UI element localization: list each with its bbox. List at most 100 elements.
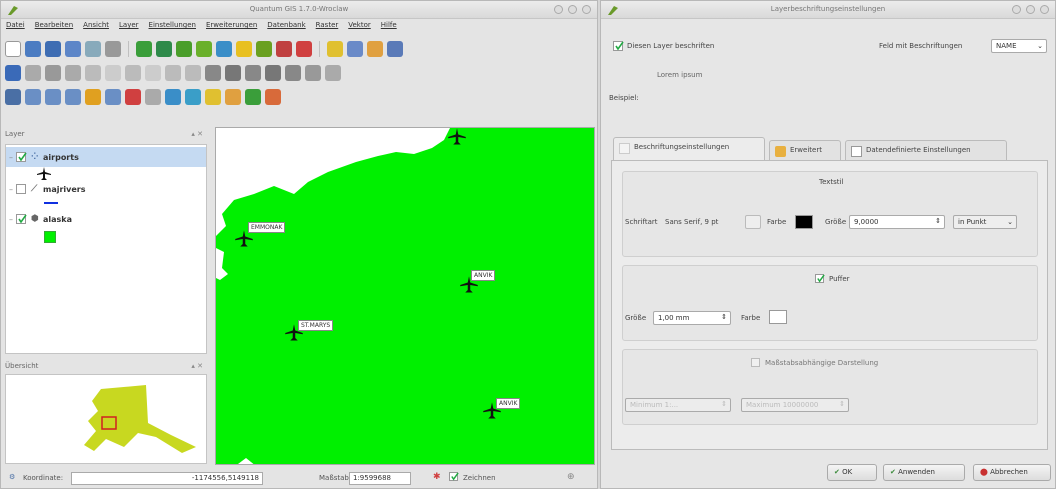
maximize-button[interactable] [568, 5, 577, 14]
coordinate-field[interactable]: -1174556,5149118 [71, 472, 263, 485]
coordinate-toggle-icon[interactable]: ⚙ [9, 473, 15, 481]
python-console-icon[interactable] [327, 41, 343, 57]
scale-field[interactable]: 1:9599688 [349, 472, 411, 485]
delete-ring-icon[interactable] [265, 65, 281, 81]
menu-layer[interactable]: Layer [119, 21, 139, 35]
zoom-out-icon[interactable] [45, 89, 61, 105]
buffer-checkbox[interactable] [815, 274, 825, 283]
panel-close-icon[interactable]: ▴ ✕ [191, 130, 203, 138]
simplify-feature-icon[interactable] [205, 65, 221, 81]
projection-icon[interactable]: ⊕ [567, 472, 575, 482]
cut-feature-icon[interactable] [105, 65, 121, 81]
stop-render-icon[interactable]: ✱ [433, 472, 441, 482]
add-wms-layer-icon[interactable] [216, 41, 232, 57]
add-part-icon[interactable] [245, 65, 261, 81]
map-tips-icon[interactable] [245, 89, 261, 105]
split-features-icon[interactable] [325, 65, 341, 81]
map-canvas[interactable]: EMMONAK ANVIK ST.MARYS ANVIK [215, 127, 595, 465]
measure-icon[interactable] [225, 89, 241, 105]
zoom-to-selection-icon[interactable] [105, 89, 121, 105]
add-postgis-layer-icon[interactable] [176, 41, 192, 57]
field-select[interactable]: NAME ⌄ [991, 39, 1047, 53]
print-icon[interactable] [105, 41, 121, 57]
identify-icon[interactable] [185, 89, 201, 105]
menu-raster[interactable]: Raster [316, 21, 339, 35]
layer-checkbox-airports[interactable] [16, 152, 27, 162]
minimize-button[interactable] [554, 5, 563, 14]
font-button[interactable] [745, 215, 761, 229]
add-raster-layer-icon[interactable] [156, 41, 172, 57]
size-spinbox[interactable]: 9,0000 ⇕ [849, 215, 945, 229]
move-feature-icon[interactable] [45, 65, 61, 81]
menu-einstellungen[interactable]: Einstellungen [149, 21, 196, 35]
add-spatialite-layer-icon[interactable] [196, 41, 212, 57]
menu-datei[interactable]: Datei [6, 21, 25, 35]
label-layer-checkbox[interactable] [613, 41, 624, 51]
new-project-icon[interactable] [5, 41, 21, 57]
layer-row-majrivers[interactable]: – ⟋ majrivers [6, 179, 206, 199]
min-scale-spinbox[interactable]: Minimum 1:... ⇕ [625, 398, 731, 412]
save-as-icon[interactable] [65, 41, 81, 57]
layer-row-alaska[interactable]: – ⬢ alaska [6, 209, 206, 229]
delete-part-icon[interactable] [285, 65, 301, 81]
tab-data-defined[interactable]: Datendefinierte Einstellungen [845, 140, 1007, 160]
layer-checkbox-alaska[interactable] [16, 214, 27, 224]
tab-label-settings[interactable]: Beschriftungseinstellungen [613, 137, 765, 160]
menu-vektor[interactable]: Vektor [348, 21, 371, 35]
new-shapefile-icon[interactable] [256, 41, 272, 57]
reshape-icon[interactable] [305, 65, 321, 81]
menu-erweiterungen[interactable]: Erweiterungen [206, 21, 257, 35]
panel-close-icon[interactable]: ▴ ✕ [191, 362, 203, 370]
buffer-color-swatch[interactable] [769, 310, 787, 324]
add-ring-icon[interactable] [225, 65, 241, 81]
cancel-button[interactable]: ⬤ Abbrechen [973, 464, 1051, 481]
zoom-last-icon[interactable] [125, 89, 141, 105]
menu-hilfe[interactable]: Hilfe [381, 21, 397, 35]
add-layer-icon[interactable] [296, 41, 312, 57]
zoom-to-layer-icon[interactable] [85, 89, 101, 105]
select-features-icon[interactable] [205, 89, 221, 105]
overview-map[interactable] [5, 374, 207, 464]
plugin-manager-icon[interactable] [367, 41, 383, 57]
menu-ansicht[interactable]: Ansicht [83, 21, 109, 35]
text-color-swatch[interactable] [795, 215, 813, 229]
close-button[interactable] [582, 5, 591, 14]
save-edits-icon[interactable] [25, 65, 41, 81]
render-checkbox[interactable] [449, 472, 459, 481]
toggle-editing-icon[interactable] [5, 65, 21, 81]
buffer-size-spinbox[interactable]: 1,00 mm ⇕ [653, 311, 731, 325]
paste-feature-icon[interactable] [145, 65, 161, 81]
layer-checkbox-majrivers[interactable] [16, 184, 26, 194]
zoom-in-icon[interactable] [25, 89, 41, 105]
node-tool-icon[interactable] [65, 65, 81, 81]
open-project-icon[interactable] [25, 41, 41, 57]
add-wfs-layer-icon[interactable] [236, 41, 252, 57]
undo-icon[interactable] [165, 65, 181, 81]
unit-select[interactable]: in Punkt ⌄ [953, 215, 1017, 229]
identify-window-icon[interactable] [387, 41, 403, 57]
close-button[interactable] [1040, 5, 1049, 14]
tab-advanced[interactable]: Erweitert [769, 140, 841, 160]
layer-row-airports[interactable]: – ⁘ airports [6, 147, 206, 167]
zoom-next-icon[interactable] [145, 89, 161, 105]
copy-feature-icon[interactable] [125, 65, 141, 81]
save-project-icon[interactable] [45, 41, 61, 57]
max-scale-spinbox[interactable]: Maximum 10000000 ⇕ [741, 398, 849, 412]
redo-icon[interactable] [185, 65, 201, 81]
refresh-icon[interactable] [165, 89, 181, 105]
minimize-button[interactable] [1012, 5, 1021, 14]
bookmark-icon[interactable] [265, 89, 281, 105]
menu-datenbank[interactable]: Datenbank [267, 21, 305, 35]
zoom-full-icon[interactable] [65, 89, 81, 105]
print-composer-icon[interactable] [85, 41, 101, 57]
capture-point-icon[interactable] [85, 65, 101, 81]
scale-dependent-checkbox[interactable] [751, 358, 760, 367]
add-vector-layer-icon[interactable] [136, 41, 152, 57]
ok-button[interactable]: ✔ OK [827, 464, 877, 481]
maximize-button[interactable] [1026, 5, 1035, 14]
apply-button[interactable]: ✔ Anwenden [883, 464, 965, 481]
plugin-icon[interactable] [347, 41, 363, 57]
pan-icon[interactable] [5, 89, 21, 105]
remove-layer-icon[interactable] [276, 41, 292, 57]
menu-bearbeiten[interactable]: Bearbeiten [35, 21, 73, 35]
